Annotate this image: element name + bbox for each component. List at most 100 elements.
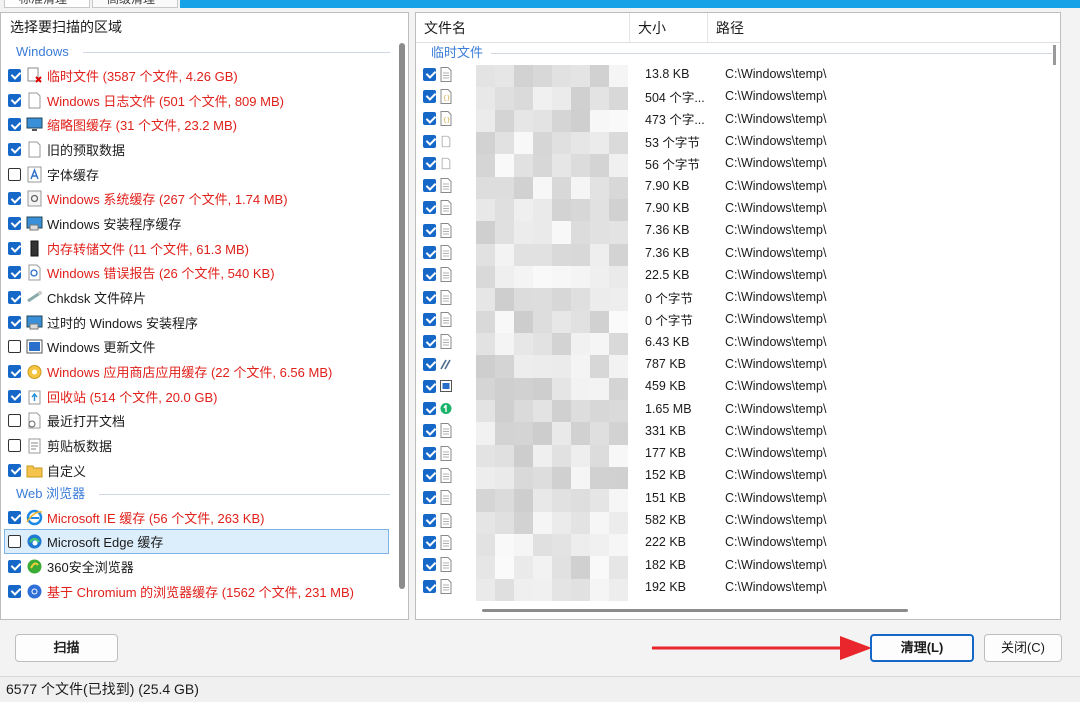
file-checkbox[interactable] [423,357,436,371]
file-checkbox[interactable] [423,112,436,126]
item-checkbox[interactable] [8,68,21,82]
scan-area-item[interactable]: 基于 Chromium 的浏览器缓存 (1562 个文件, 231 MB) [1,579,408,604]
column-size[interactable]: 大小 [630,13,708,42]
file-row[interactable]: 459 KB C:\Windows\temp\ [416,375,1060,397]
item-checkbox[interactable] [8,365,21,379]
scan-area-item[interactable]: 回收站 (514 个文件, 20.0 GB) [1,384,408,409]
item-checkbox[interactable] [8,241,21,255]
file-checkbox[interactable] [423,558,436,572]
scan-button[interactable]: 扫描 [15,634,118,662]
scan-area-item[interactable]: Windows 错误报告 (26 个文件, 540 KB) [1,261,408,286]
file-row[interactable]: 177 KB C:\Windows\temp\ [416,442,1060,464]
item-checkbox[interactable] [8,142,21,156]
file-checkbox[interactable] [423,134,436,148]
scan-area-item[interactable]: Chkdsk 文件碎片 [1,285,408,310]
scan-area-item[interactable]: Windows 更新文件 [1,335,408,360]
scan-area-item[interactable]: Windows 安装程序缓存 [1,211,408,236]
item-checkbox[interactable] [8,291,21,305]
file-checkbox[interactable] [423,468,436,482]
file-checkbox[interactable] [423,246,436,260]
file-row[interactable]: 56 个字节 C:\Windows\temp\ [416,152,1060,174]
left-scrollbar[interactable] [399,43,405,589]
item-checkbox[interactable] [8,559,21,573]
column-filename[interactable]: 文件名 [416,13,630,42]
file-checkbox[interactable] [423,156,436,170]
item-checkbox[interactable] [8,118,21,132]
file-row[interactable]: 222 KB C:\Windows\temp\ [416,531,1060,553]
scan-area-item[interactable]: 临时文件 (3587 个文件, 4.26 GB) [1,63,408,88]
file-row[interactable]: 7.36 KB C:\Windows\temp\ [416,219,1060,241]
file-row[interactable]: 22.5 KB C:\Windows\temp\ [416,264,1060,286]
file-row[interactable]: {} 473 个字... C:\Windows\temp\ [416,108,1060,130]
scan-area-item[interactable]: Microsoft IE 缓存 (56 个文件, 263 KB) [1,505,408,530]
close-button[interactable]: 关闭(C) [984,634,1062,662]
scan-area-item[interactable]: 剪贴板数据 [1,433,408,458]
file-list-hscrollbar[interactable] [482,609,908,612]
column-path[interactable]: 路径 [708,13,1060,42]
scan-area-item[interactable]: Windows 应用商店应用缓存 (22 个文件, 6.56 MB) [1,359,408,384]
file-row[interactable]: 331 KB C:\Windows\temp\ [416,420,1060,442]
item-checkbox[interactable] [8,510,21,524]
file-checkbox[interactable] [423,402,436,416]
file-row[interactable]: 7.36 KB C:\Windows\temp\ [416,241,1060,263]
file-row[interactable]: 0 个字节 C:\Windows\temp\ [416,286,1060,308]
file-row[interactable]: 1.65 MB C:\Windows\temp\ [416,397,1060,419]
item-checkbox[interactable] [8,192,21,206]
file-checkbox[interactable] [423,179,436,193]
scan-area-item[interactable]: 字体缓存 [1,162,408,187]
item-checkbox[interactable] [8,167,21,181]
scan-area-item[interactable]: 自定义 [1,458,408,483]
file-checkbox[interactable] [423,290,436,304]
tab-standard-clean[interactable]: 标准清理 [4,0,90,8]
file-checkbox[interactable] [423,446,436,460]
file-row[interactable]: {} 504 个字... C:\Windows\temp\ [416,85,1060,107]
scan-area-item[interactable]: 旧的预取数据 [1,137,408,162]
item-checkbox[interactable] [8,315,21,329]
file-checkbox[interactable] [423,89,436,103]
file-row[interactable]: 13.8 KB C:\Windows\temp\ [416,63,1060,85]
file-row[interactable]: 53 个字节 C:\Windows\temp\ [416,130,1060,152]
file-checkbox[interactable] [423,201,436,215]
file-row[interactable]: 0 个字节 C:\Windows\temp\ [416,308,1060,330]
file-checkbox[interactable] [423,424,436,438]
item-checkbox[interactable] [8,584,21,598]
file-row[interactable]: 151 KB C:\Windows\temp\ [416,487,1060,509]
item-checkbox[interactable] [8,439,21,453]
file-row[interactable]: 7.90 KB C:\Windows\temp\ [416,197,1060,219]
item-checkbox[interactable] [8,266,21,280]
file-row[interactable]: 7.90 KB C:\Windows\temp\ [416,174,1060,196]
scan-area-item[interactable]: Microsoft Edge 缓存 [4,529,389,555]
file-row[interactable]: 787 KB C:\Windows\temp\ [416,353,1060,375]
scan-area-item[interactable]: Windows 日志文件 (501 个文件, 809 MB) [1,88,408,113]
scan-area-item[interactable]: 最近打开文档 [1,409,408,434]
file-row[interactable]: 6.43 KB C:\Windows\temp\ [416,331,1060,353]
file-checkbox[interactable] [423,379,436,393]
item-checkbox[interactable] [8,463,21,477]
file-checkbox[interactable] [423,67,436,81]
item-checkbox[interactable] [8,535,21,549]
file-list-vscrollbar[interactable] [1053,45,1056,65]
file-checkbox[interactable] [423,223,436,237]
item-checkbox[interactable] [8,414,21,428]
file-checkbox[interactable] [423,312,436,326]
item-checkbox[interactable] [8,340,21,354]
file-row[interactable]: 192 KB C:\Windows\temp\ [416,576,1060,598]
file-row[interactable]: 182 KB C:\Windows\temp\ [416,554,1060,576]
file-row[interactable]: 152 KB C:\Windows\temp\ [416,464,1060,486]
scan-area-item[interactable]: 内存转储文件 (11 个文件, 61.3 MB) [1,236,408,261]
scan-area-item[interactable]: 缩略图缓存 (31 个文件, 23.2 MB) [1,112,408,137]
file-row[interactable]: 582 KB C:\Windows\temp\ [416,509,1060,531]
clean-button[interactable]: 清理(L) [870,634,974,662]
item-checkbox[interactable] [8,389,21,403]
file-checkbox[interactable] [423,580,436,594]
file-checkbox[interactable] [423,335,436,349]
file-checkbox[interactable] [423,268,436,282]
item-checkbox[interactable] [8,93,21,107]
file-checkbox[interactable] [423,513,436,527]
scan-area-item[interactable]: Windows 系统缓存 (267 个文件, 1.74 MB) [1,186,408,211]
file-checkbox[interactable] [423,535,436,549]
item-checkbox[interactable] [8,216,21,230]
file-checkbox[interactable] [423,491,436,505]
scan-area-item[interactable]: 过时的 Windows 安装程序 [1,310,408,335]
scan-area-item[interactable]: 360安全浏览器 [1,554,408,579]
